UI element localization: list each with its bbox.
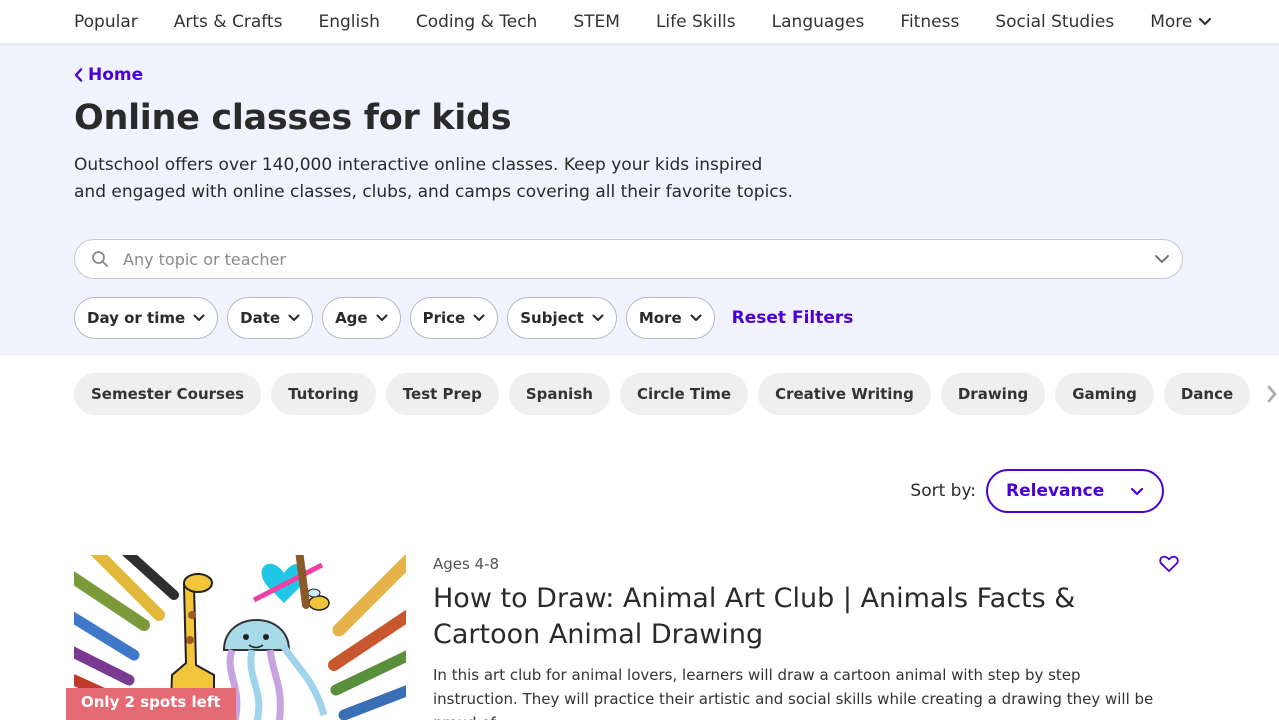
filter-day-time-label: Day or time: [87, 309, 186, 327]
class-card[interactable]: Only 2 spots left Ages 4-8 How to Draw: …: [0, 544, 1279, 720]
filter-subject-label: Subject: [520, 309, 584, 327]
nav-item-social-studies[interactable]: Social Studies: [995, 12, 1114, 32]
filter-date-button[interactable]: Date: [227, 297, 314, 339]
filter-bar: Day or time Date Age Price Subject More …: [74, 297, 1205, 339]
sort-select[interactable]: Relevance: [986, 469, 1164, 513]
nav-more-button[interactable]: More: [1150, 12, 1212, 32]
chip-test-prep[interactable]: Test Prep: [385, 373, 499, 415]
nav-item-coding-tech[interactable]: Coding & Tech: [416, 12, 538, 32]
chevron-down-icon: [690, 314, 702, 321]
page-title: Online classes for kids: [74, 98, 512, 138]
chevron-down-icon: [288, 314, 300, 321]
chevron-right-icon: [1267, 385, 1277, 403]
class-title[interactable]: How to Draw: Animal Art Club | Animals F…: [433, 581, 1163, 653]
spots-left-badge: Only 2 spots left: [66, 688, 236, 720]
filter-age-label: Age: [335, 309, 368, 327]
chip-creative-writing[interactable]: Creative Writing: [758, 373, 931, 415]
breadcrumb-home-link[interactable]: Home: [74, 65, 1205, 85]
chevron-down-icon: [193, 314, 205, 321]
chevron-down-icon: [376, 314, 388, 321]
nav-item-arts-crafts[interactable]: Arts & Crafts: [174, 12, 283, 32]
chevron-down-icon: [473, 314, 485, 321]
chevron-down-icon[interactable]: [1154, 254, 1170, 264]
class-thumbnail[interactable]: Only 2 spots left: [63, 544, 416, 720]
sort-row: Sort by: Relevance: [0, 469, 1279, 513]
nav-item-life-skills[interactable]: Life Skills: [656, 12, 736, 32]
filter-day-time-button[interactable]: Day or time: [74, 297, 219, 339]
category-nav: Popular Arts & Crafts English Coding & T…: [0, 0, 1279, 43]
filter-more-button[interactable]: More: [625, 297, 715, 339]
search-icon: [92, 251, 108, 267]
nav-item-english[interactable]: English: [318, 12, 379, 32]
chip-drawing[interactable]: Drawing: [940, 373, 1046, 415]
chip-dance[interactable]: Dance: [1163, 373, 1251, 415]
chip-circle-time[interactable]: Circle Time: [619, 373, 749, 415]
filter-date-label: Date: [240, 309, 281, 327]
filter-price-label: Price: [422, 309, 466, 327]
chevron-left-icon: [74, 68, 83, 82]
chip-gaming[interactable]: Gaming: [1055, 373, 1154, 415]
chip-tutoring[interactable]: Tutoring: [271, 373, 376, 415]
sort-value: Relevance: [1006, 481, 1105, 501]
favorite-button[interactable]: [1159, 555, 1179, 577]
filter-price-button[interactable]: Price: [409, 297, 499, 339]
hero-section: Home Online classes for kids Outschool o…: [0, 43, 1279, 355]
chevron-down-icon: [1130, 487, 1144, 495]
class-summary: In this art club for animal lovers, lear…: [433, 666, 1154, 720]
nav-item-popular[interactable]: Popular: [74, 12, 138, 32]
breadcrumb-label: Home: [88, 65, 144, 85]
topic-chips: Semester Courses Tutoring Test Prep Span…: [0, 373, 1279, 415]
search-input[interactable]: [123, 249, 1154, 269]
nav-more-label: More: [1150, 11, 1193, 32]
class-ages: Ages 4-8: [433, 555, 500, 573]
filter-more-label: More: [638, 309, 682, 327]
reset-filters-link[interactable]: Reset Filters: [732, 308, 854, 328]
nav-item-stem[interactable]: STEM: [573, 12, 620, 32]
nav-item-fitness[interactable]: Fitness: [900, 12, 959, 32]
filter-age-button[interactable]: Age: [322, 297, 401, 339]
filter-subject-button[interactable]: Subject: [507, 297, 617, 339]
chevron-down-icon: [592, 314, 604, 321]
chevron-down-icon: [1199, 17, 1212, 25]
chip-semester-courses[interactable]: Semester Courses: [74, 373, 262, 415]
page-description: Outschool offers over 140,000 interactiv…: [74, 155, 793, 202]
search-bar: [74, 239, 1183, 279]
class-card-body: Ages 4-8 How to Draw: Animal Art Club | …: [433, 555, 1179, 720]
chips-next-button[interactable]: [1266, 384, 1278, 404]
sort-label: Sort by:: [910, 481, 976, 501]
nav-item-languages[interactable]: Languages: [772, 12, 865, 32]
chip-spanish[interactable]: Spanish: [508, 373, 610, 415]
heart-icon: [1159, 555, 1179, 572]
